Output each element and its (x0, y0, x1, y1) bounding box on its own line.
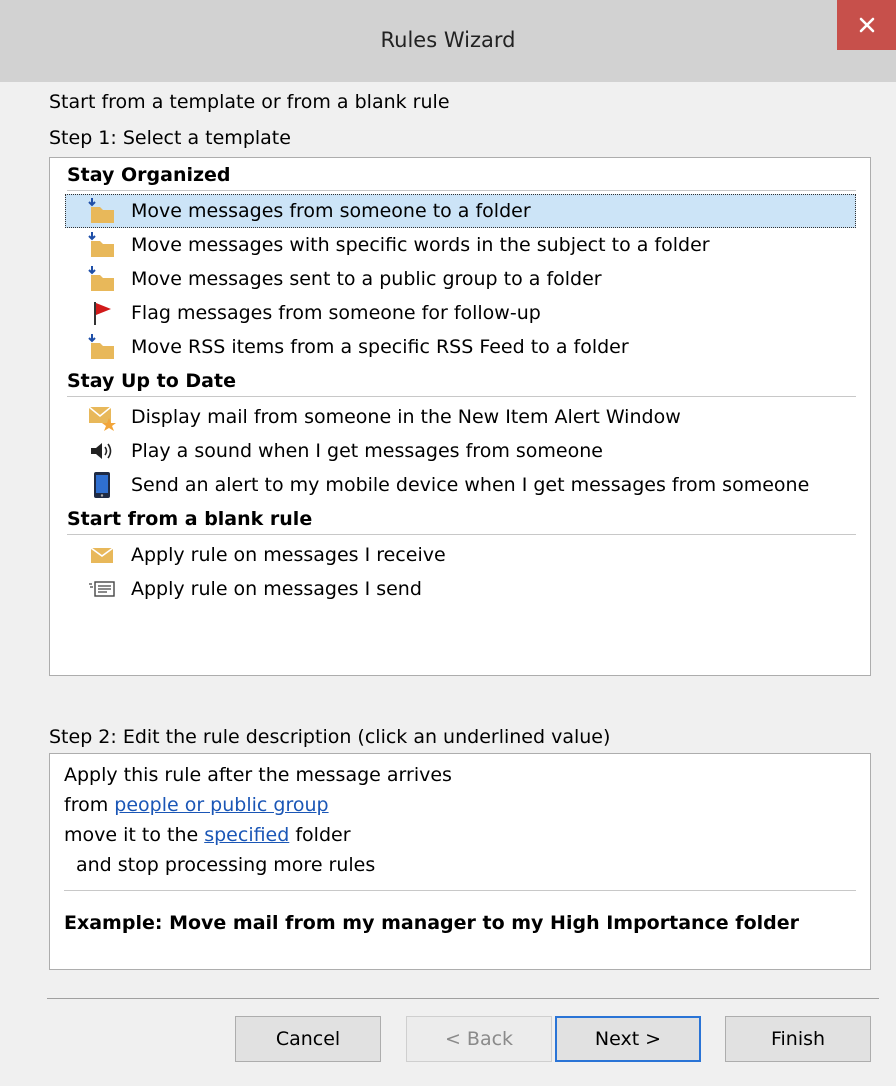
next-button[interactable]: Next > (555, 1016, 701, 1062)
step2-label: Step 2: Edit the rule description (click… (49, 726, 611, 748)
cancel-button[interactable]: Cancel (235, 1016, 381, 1062)
category-separator (67, 190, 856, 191)
title-bar[interactable]: Rules Wizard (0, 0, 896, 82)
template-move-with-words[interactable]: Move messages with specific words in the… (65, 228, 856, 262)
template-move-public-group[interactable]: Move messages sent to a public group to … (65, 262, 856, 296)
template-label: Move messages with specific words in the… (131, 234, 710, 256)
description-text: move it to the (64, 824, 205, 846)
template-move-rss[interactable]: Move RSS items from a specific RSS Feed … (65, 330, 856, 364)
move-to-folder-icon (85, 332, 119, 362)
rule-description-box: Apply this rule after the message arrive… (49, 753, 871, 970)
template-label: Apply rule on messages I receive (131, 544, 446, 566)
template-label: Flag messages from someone for follow-up (131, 302, 541, 324)
category-separator (67, 534, 856, 535)
template-label: Play a sound when I get messages from so… (131, 440, 603, 462)
move-to-folder-icon (85, 196, 119, 226)
close-icon (859, 17, 874, 33)
template-label: Send an alert to my mobile device when I… (131, 474, 810, 496)
template-new-item-alert[interactable]: Display mail from someone in the New Ite… (65, 400, 856, 434)
dialog-client: Start from a template or from a blank ru… (9, 82, 887, 1086)
back-button: < Back (406, 1016, 552, 1062)
template-list[interactable]: Stay Organized Move messages from someon… (49, 157, 871, 676)
template-label: Apply rule on messages I send (131, 578, 422, 600)
description-line: move it to the specified folder (64, 824, 351, 846)
template-flag-follow-up[interactable]: Flag messages from someone for follow-up (65, 296, 856, 330)
example-text: Example: Move mail from my manager to my… (64, 912, 799, 934)
description-line: Apply this rule after the message arrive… (64, 764, 452, 786)
close-button[interactable] (837, 0, 896, 50)
window-title: Rules Wizard (380, 28, 516, 52)
template-label: Move messages sent to a public group to … (131, 268, 602, 290)
send-message-icon (85, 574, 119, 604)
description-line: and stop processing more rules (76, 854, 376, 876)
template-apply-send[interactable]: Apply rule on messages I send (65, 572, 856, 606)
finish-button[interactable]: Finish (725, 1016, 871, 1062)
template-apply-receive[interactable]: Apply rule on messages I receive (65, 538, 856, 572)
mobile-device-icon (85, 470, 119, 500)
description-text: folder (289, 824, 351, 846)
description-separator (64, 890, 856, 891)
move-to-folder-icon (85, 230, 119, 260)
category-stay-up-to-date: Stay Up to Date (67, 370, 236, 392)
template-play-sound[interactable]: Play a sound when I get messages from so… (65, 434, 856, 468)
specified-folder-link[interactable]: specified (204, 824, 289, 846)
step1-label: Step 1: Select a template (49, 127, 291, 149)
description-line: from people or public group (64, 794, 329, 816)
template-move-from-someone[interactable]: Move messages from someone to a folder (65, 194, 856, 228)
flag-icon (85, 298, 119, 328)
category-blank-rule: Start from a blank rule (67, 508, 313, 530)
template-mobile-alert[interactable]: Send an alert to my mobile device when I… (65, 468, 856, 502)
template-label: Display mail from someone in the New Ite… (131, 406, 681, 428)
category-stay-organized: Stay Organized (67, 164, 231, 186)
mail-alert-icon (85, 402, 119, 432)
intro-text: Start from a template or from a blank ru… (49, 91, 450, 113)
description-text: from (64, 794, 115, 816)
category-separator (67, 396, 856, 397)
people-or-public-group-link[interactable]: people or public group (114, 794, 328, 816)
button-divider (47, 998, 879, 999)
move-to-folder-icon (85, 264, 119, 294)
envelope-icon (85, 540, 119, 570)
template-label: Move RSS items from a specific RSS Feed … (131, 336, 629, 358)
template-label: Move messages from someone to a folder (131, 200, 531, 222)
speaker-icon (85, 436, 119, 466)
